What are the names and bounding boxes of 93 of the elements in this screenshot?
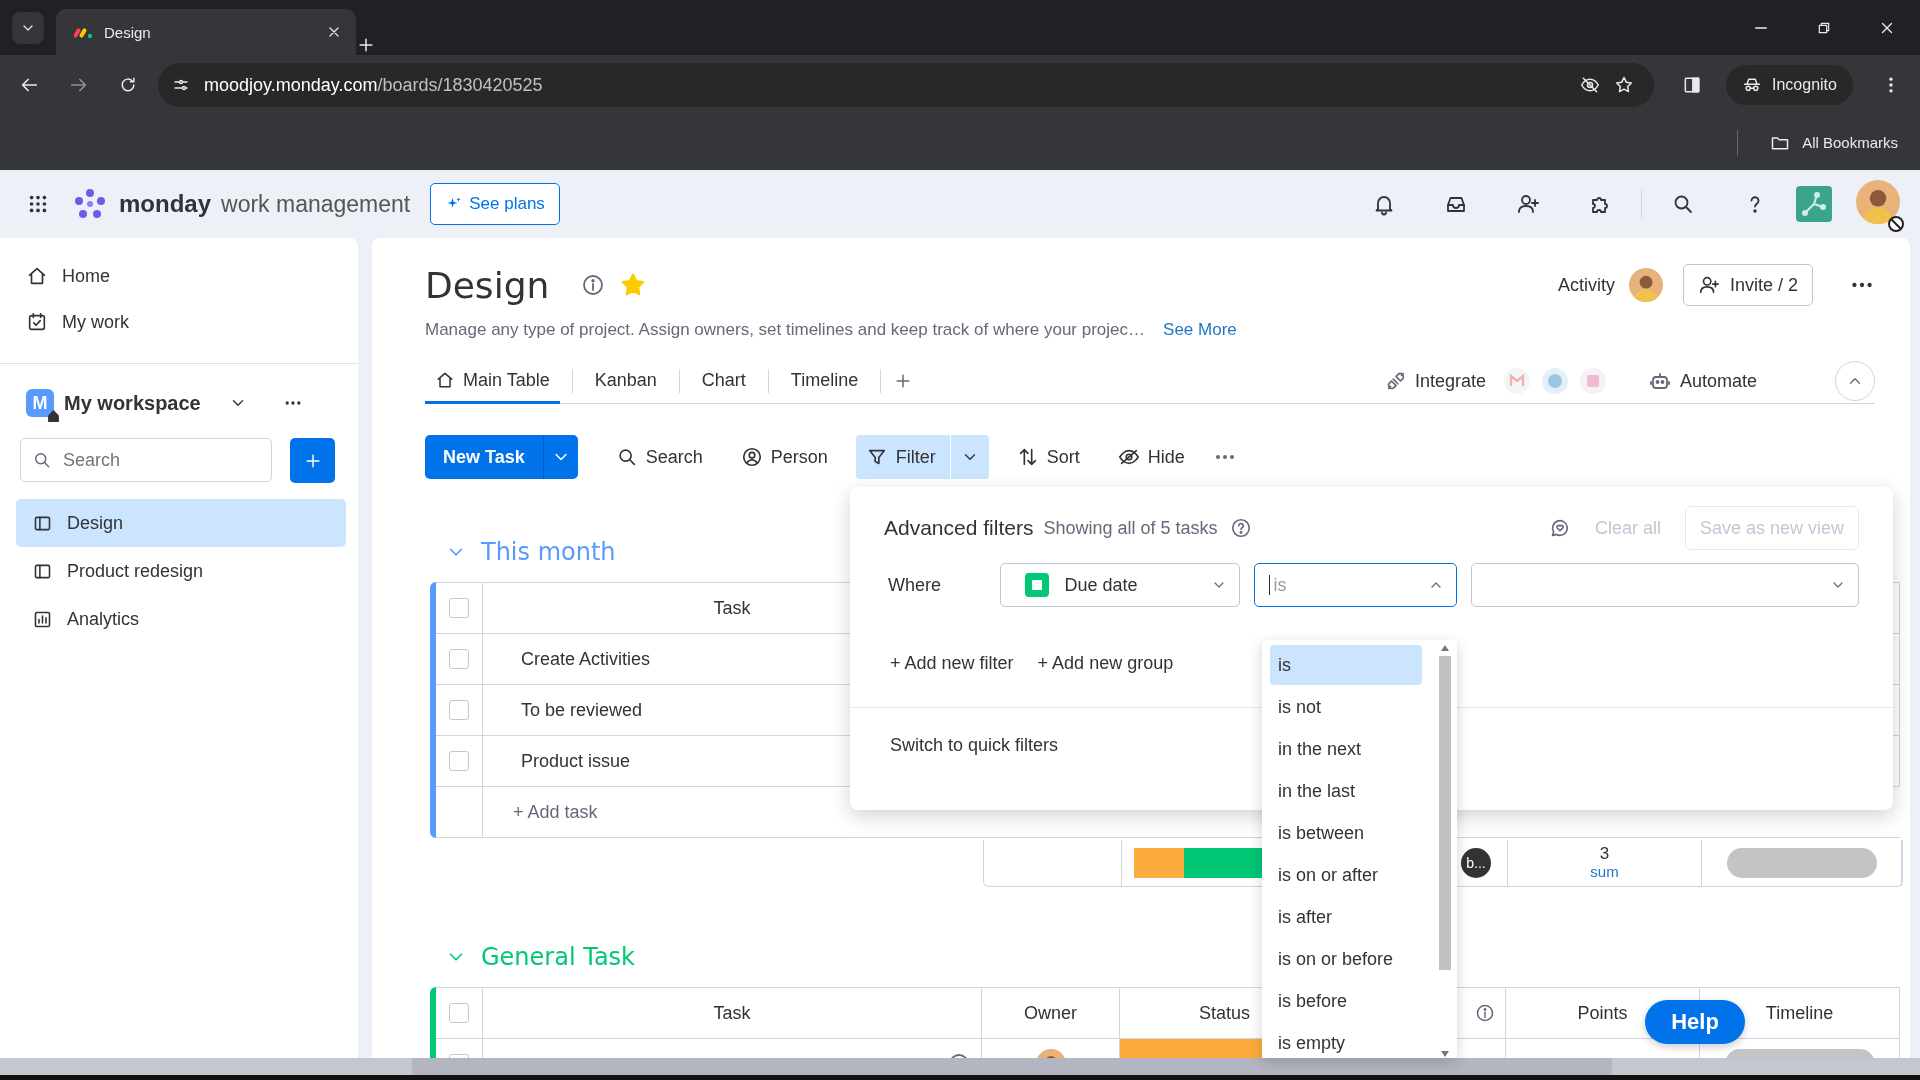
dropdown-option[interactable]: is between	[1270, 813, 1422, 853]
dropdown-option[interactable]: is	[1270, 645, 1422, 685]
task-name[interactable]: Product issue	[521, 750, 631, 772]
filter-summary: Showing all of 5 tasks	[1043, 517, 1218, 539]
user-avatar	[1856, 180, 1900, 224]
info-icon[interactable]	[1475, 1003, 1495, 1023]
star-icon[interactable]	[1614, 75, 1634, 95]
checkbox[interactable]	[449, 1003, 469, 1023]
board-item[interactable]: Product redesign	[16, 547, 346, 595]
scroll-up-icon[interactable]	[1440, 644, 1450, 652]
brand-name: monday	[119, 190, 211, 218]
checkbox[interactable]	[449, 598, 469, 618]
person-plus-icon	[1697, 274, 1720, 296]
column-header: Owner	[982, 988, 1120, 1038]
restore-icon[interactable]	[1816, 20, 1832, 36]
automate-button[interactable]: Automate	[1679, 370, 1757, 392]
scrollbar-thumb[interactable]	[1439, 656, 1451, 970]
task-name[interactable]: Create Activities	[521, 648, 651, 670]
workspace-icon: M	[26, 389, 54, 417]
view-tab[interactable]: Kanban	[584, 359, 667, 404]
dropdown-option[interactable]: is not	[1270, 687, 1422, 727]
blocked-icon	[1888, 216, 1904, 232]
see-more-link[interactable]: See More	[1163, 320, 1237, 340]
board-item[interactable]: Design	[16, 499, 346, 547]
view-tab[interactable]: Main Table	[425, 359, 560, 404]
checkbox[interactable]	[449, 751, 469, 771]
board-item[interactable]: Analytics	[16, 595, 346, 643]
search-field[interactable]: Search	[20, 438, 272, 482]
nav-item[interactable]: Home	[0, 253, 358, 299]
address-bar[interactable]: moodjoy.monday.com/boards/1830420525	[158, 63, 1654, 107]
help-button[interactable]: Help	[1645, 1000, 1745, 1044]
home-icon	[26, 265, 48, 287]
view-tab[interactable]: Chart	[691, 359, 756, 404]
points-total: 3	[1599, 845, 1610, 865]
side-panel-icon[interactable]	[1682, 75, 1702, 95]
task-name[interactable]: To be reviewed	[521, 699, 643, 721]
incognito-badge[interactable]: Incognito	[1726, 65, 1853, 105]
search-icon	[32, 450, 52, 470]
invite-button[interactable]: Invite / 2	[1682, 264, 1813, 306]
new-task-button[interactable]: New Task	[425, 435, 578, 479]
add-filter-button[interactable]: + Add new filter	[890, 652, 1014, 674]
invite-icon[interactable]	[1516, 192, 1540, 216]
owner-badge: b...	[1461, 848, 1491, 878]
where-label: Where	[887, 574, 942, 596]
help-icon[interactable]	[1229, 517, 1252, 539]
user-avatar	[1628, 268, 1663, 302]
activity-link[interactable]: Activity	[1557, 274, 1615, 296]
board-description: Manage any type of project. Assign owners, set timelines and keep track of where your projec…	[425, 320, 1146, 340]
app-icon	[1541, 368, 1568, 394]
workspace-name[interactable]: My workspace	[64, 391, 201, 415]
toolbar-button[interactable]: Sort	[1006, 435, 1090, 479]
toolbar-button[interactable]: Hide	[1107, 435, 1195, 479]
home-icon	[435, 370, 455, 390]
dots-logo-icon	[73, 187, 107, 221]
board-title: Design	[425, 264, 550, 306]
eye-off-icon[interactable]	[1580, 75, 1600, 95]
bookmarks-link[interactable]: All Bookmarks	[1802, 134, 1898, 151]
person-icon	[740, 446, 763, 468]
see-plans-button[interactable]: See plans	[430, 183, 560, 225]
dropdown-option[interactable]: is on or after	[1270, 855, 1422, 895]
home-badge-icon	[47, 409, 60, 422]
dropdown-option[interactable]: is after	[1270, 897, 1422, 937]
calendar-check-icon	[26, 311, 48, 333]
checkbox[interactable]	[449, 649, 469, 669]
column-select[interactable]: Due date	[999, 563, 1240, 607]
app-icon	[1503, 368, 1530, 394]
integrate-button[interactable]: Integrate	[1414, 370, 1486, 392]
checkbox[interactable]	[449, 700, 469, 720]
tab-list-button[interactable]	[12, 12, 44, 44]
add-group-button[interactable]: + Add new group	[1037, 652, 1174, 674]
dropdown-option[interactable]: is on or before	[1270, 939, 1422, 979]
filter-button[interactable]: Filter	[855, 435, 989, 479]
toolbar-button[interactable]: Search	[605, 435, 713, 479]
scrollbar-thumb[interactable]	[412, 1058, 1612, 1075]
dropdown-option[interactable]: in the next	[1270, 729, 1422, 769]
product-name: work management	[221, 190, 411, 218]
column-header: Task	[713, 597, 751, 619]
stripes-logo-icon	[74, 25, 94, 39]
quick-filters-link[interactable]: Switch to quick filters	[890, 734, 1059, 756]
sum-label: sum	[1590, 864, 1619, 881]
info-icon[interactable]	[581, 273, 606, 297]
url-text: moodjoy.monday.com/boards/1830420525	[204, 74, 543, 96]
view-tab[interactable]: Timeline	[780, 359, 869, 404]
dropdown-option[interactable]: in the last	[1270, 771, 1422, 811]
panel-title: Advanced filters	[884, 516, 1034, 540]
column-header: Task	[483, 988, 982, 1038]
date-column-icon	[1024, 573, 1049, 597]
nav-item[interactable]: My work	[0, 299, 358, 345]
add-button[interactable]	[290, 438, 335, 483]
toolbar-button[interactable]: Person	[730, 435, 838, 479]
apps-grid-icon[interactable]	[27, 193, 49, 215]
app-icon	[1579, 368, 1606, 394]
profile-label: Incognito	[1772, 76, 1837, 94]
